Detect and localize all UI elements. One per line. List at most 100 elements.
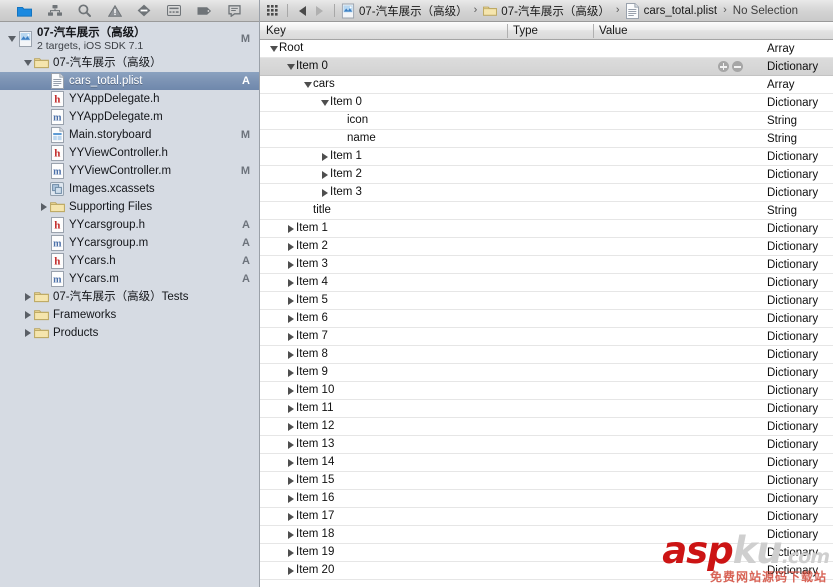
- table-row[interactable]: Item 13Dictionary(2 items): [260, 436, 833, 454]
- plist-type-cell[interactable]: Dictionary: [767, 472, 818, 489]
- disclosure-triangle-closed-icon[interactable]: [22, 288, 33, 306]
- table-row[interactable]: Item 11Dictionary(2 items): [260, 400, 833, 418]
- plist-type-cell[interactable]: String: [767, 202, 797, 219]
- table-row[interactable]: Item 10Dictionary(2 items): [260, 382, 833, 400]
- plist-key-cell[interactable]: Item 19: [285, 544, 334, 561]
- plist-type-cell[interactable]: Dictionary: [767, 58, 818, 75]
- table-row[interactable]: Item 8Dictionary(2 items): [260, 346, 833, 364]
- plist-key-cell[interactable]: Item 0: [319, 94, 362, 111]
- disclosure-triangle-open-icon[interactable]: [22, 54, 33, 72]
- navigator-group-row[interactable]: 07-汽车展示（高级）Tests: [0, 288, 259, 306]
- table-row[interactable]: Item 6Dictionary(2 items): [260, 310, 833, 328]
- plist-type-cell[interactable]: Dictionary: [767, 544, 818, 561]
- disclosure-triangle-closed-icon[interactable]: [285, 346, 296, 363]
- navigator-file-row[interactable]: m YYcars.m A: [0, 270, 259, 288]
- navigator-file-row[interactable]: Images.xcassets: [0, 180, 259, 198]
- disclosure-triangle-closed-icon[interactable]: [285, 220, 296, 237]
- plist-key-cell[interactable]: title: [302, 202, 331, 219]
- table-row[interactable]: RootArray(21 items): [260, 40, 833, 58]
- navigator-group-row[interactable]: Frameworks: [0, 306, 259, 324]
- plist-type-cell[interactable]: Dictionary: [767, 508, 818, 525]
- add-row-button[interactable]: [718, 61, 729, 72]
- disclosure-triangle-closed-icon[interactable]: [22, 324, 33, 342]
- table-row[interactable]: Item 12Dictionary(2 items): [260, 418, 833, 436]
- plist-key-cell[interactable]: Item 4: [285, 274, 328, 291]
- disclosure-triangle-open-icon[interactable]: [302, 76, 313, 93]
- table-row[interactable]: Item 0Dictionary(2 items): [260, 94, 833, 112]
- plist-type-cell[interactable]: Dictionary: [767, 364, 818, 381]
- plist-key-cell[interactable]: Item 12: [285, 418, 334, 435]
- navigator-file-row[interactable]: cars_total.plist A: [0, 72, 259, 90]
- plist-key-cell[interactable]: Item 9: [285, 364, 328, 381]
- disclosure-triangle-closed-icon[interactable]: [285, 256, 296, 273]
- plist-key-cell[interactable]: Item 7: [285, 328, 328, 345]
- plist-key-cell[interactable]: Item 2: [285, 238, 328, 255]
- disclosure-triangle-open-icon[interactable]: [268, 40, 279, 57]
- navigator-file-row[interactable]: Main.storyboard M: [0, 126, 259, 144]
- related-items-icon[interactable]: [265, 3, 281, 19]
- add-remove-buttons[interactable]: [718, 61, 743, 72]
- plist-type-cell[interactable]: Dictionary: [767, 148, 818, 165]
- disclosure-triangle-closed-icon[interactable]: [285, 562, 296, 579]
- plist-type-cell[interactable]: Dictionary: [767, 328, 818, 345]
- table-row[interactable]: Item 9Dictionary(2 items): [260, 364, 833, 382]
- plist-key-cell[interactable]: Item 10: [285, 382, 334, 399]
- table-row[interactable]: Item 20Dictionary(2 items): [260, 562, 833, 580]
- plist-type-cell[interactable]: Dictionary: [767, 418, 818, 435]
- plist-key-cell[interactable]: Item 5: [285, 292, 328, 309]
- plist-key-cell[interactable]: Item 16: [285, 490, 334, 507]
- jump-bar[interactable]: 07-汽车展示（高级） › 07-汽车展示（高级） › cars_total.plist…: [260, 0, 833, 22]
- table-row[interactable]: Item 5Dictionary(2 items): [260, 292, 833, 310]
- table-row[interactable]: Item 3Dictionary(2 items): [260, 256, 833, 274]
- table-row[interactable]: Item 1Dictionary(2 items): [260, 148, 833, 166]
- plist-type-cell[interactable]: Dictionary: [767, 238, 818, 255]
- plist-editor[interactable]: KeyTypeValue RootArray(21 items)Item 0Di…: [260, 22, 833, 587]
- navigator-file-row[interactable]: m YYViewController.m M: [0, 162, 259, 180]
- plist-type-cell[interactable]: Dictionary: [767, 382, 818, 399]
- navigator-file-row[interactable]: m YYAppDelegate.m: [0, 108, 259, 126]
- disclosure-triangle-closed-icon[interactable]: [285, 238, 296, 255]
- issue-navigator-icon[interactable]: [104, 2, 126, 20]
- plist-key-cell[interactable]: Item 6: [285, 310, 328, 327]
- disclosure-triangle-closed-icon[interactable]: [285, 454, 296, 471]
- plist-type-cell[interactable]: Dictionary: [767, 346, 818, 363]
- plist-key-cell[interactable]: Item 20: [285, 562, 334, 579]
- disclosure-triangle-closed-icon[interactable]: [285, 328, 296, 345]
- plist-key-cell[interactable]: cars: [302, 76, 335, 93]
- project-root-row[interactable]: 07-汽车展示（高级） 2 targets, iOS SDK 7.1 M: [0, 24, 259, 54]
- plist-column-header-type[interactable]: Type: [507, 22, 538, 40]
- log-navigator-icon[interactable]: [223, 2, 245, 20]
- navigator-file-row[interactable]: h YYcars.h A: [0, 252, 259, 270]
- plist-type-cell[interactable]: Dictionary: [767, 166, 818, 183]
- breakpoint-navigator-icon[interactable]: [193, 2, 215, 20]
- disclosure-triangle-open-icon[interactable]: [6, 30, 17, 48]
- table-row[interactable]: titleStringA: [260, 202, 833, 220]
- navigator-file-row[interactable]: m YYcarsgroup.m A: [0, 234, 259, 252]
- table-row[interactable]: Item 4Dictionary(2 items): [260, 274, 833, 292]
- plist-key-cell[interactable]: Item 2: [319, 166, 362, 183]
- disclosure-triangle-closed-icon[interactable]: [285, 292, 296, 309]
- disclosure-triangle-closed-icon[interactable]: [285, 544, 296, 561]
- plist-type-cell[interactable]: Dictionary: [767, 274, 818, 291]
- disclosure-triangle-closed-icon[interactable]: [285, 436, 296, 453]
- table-row[interactable]: carsArray(4 items): [260, 76, 833, 94]
- disclosure-triangle-closed-icon[interactable]: [285, 508, 296, 525]
- table-row[interactable]: Item 19Dictionary(2 items): [260, 544, 833, 562]
- plist-key-cell[interactable]: Item 1: [285, 220, 328, 237]
- plist-key-cell[interactable]: Item 0: [285, 58, 328, 75]
- project-navigator-icon[interactable]: [14, 2, 36, 20]
- plist-key-cell[interactable]: Item 8: [285, 346, 328, 363]
- disclosure-triangle-closed-icon[interactable]: [38, 198, 49, 216]
- plist-column-header-key[interactable]: Key: [260, 22, 286, 40]
- debug-navigator-icon[interactable]: [163, 2, 185, 20]
- plist-type-cell[interactable]: Dictionary: [767, 310, 818, 327]
- disclosure-triangle-closed-icon[interactable]: [285, 274, 296, 291]
- disclosure-triangle-closed-icon[interactable]: [285, 364, 296, 381]
- symbol-navigator-icon[interactable]: [44, 2, 66, 20]
- remove-row-button[interactable]: [732, 61, 743, 72]
- plist-key-cell[interactable]: icon: [336, 112, 368, 129]
- plist-column-header-value[interactable]: Value: [593, 22, 628, 40]
- find-navigator-icon[interactable]: [74, 2, 96, 20]
- navigator-group-row[interactable]: 07-汽车展示（高级）: [0, 54, 259, 72]
- breadcrumb-item[interactable]: 07-汽车展示（高级）: [483, 3, 610, 19]
